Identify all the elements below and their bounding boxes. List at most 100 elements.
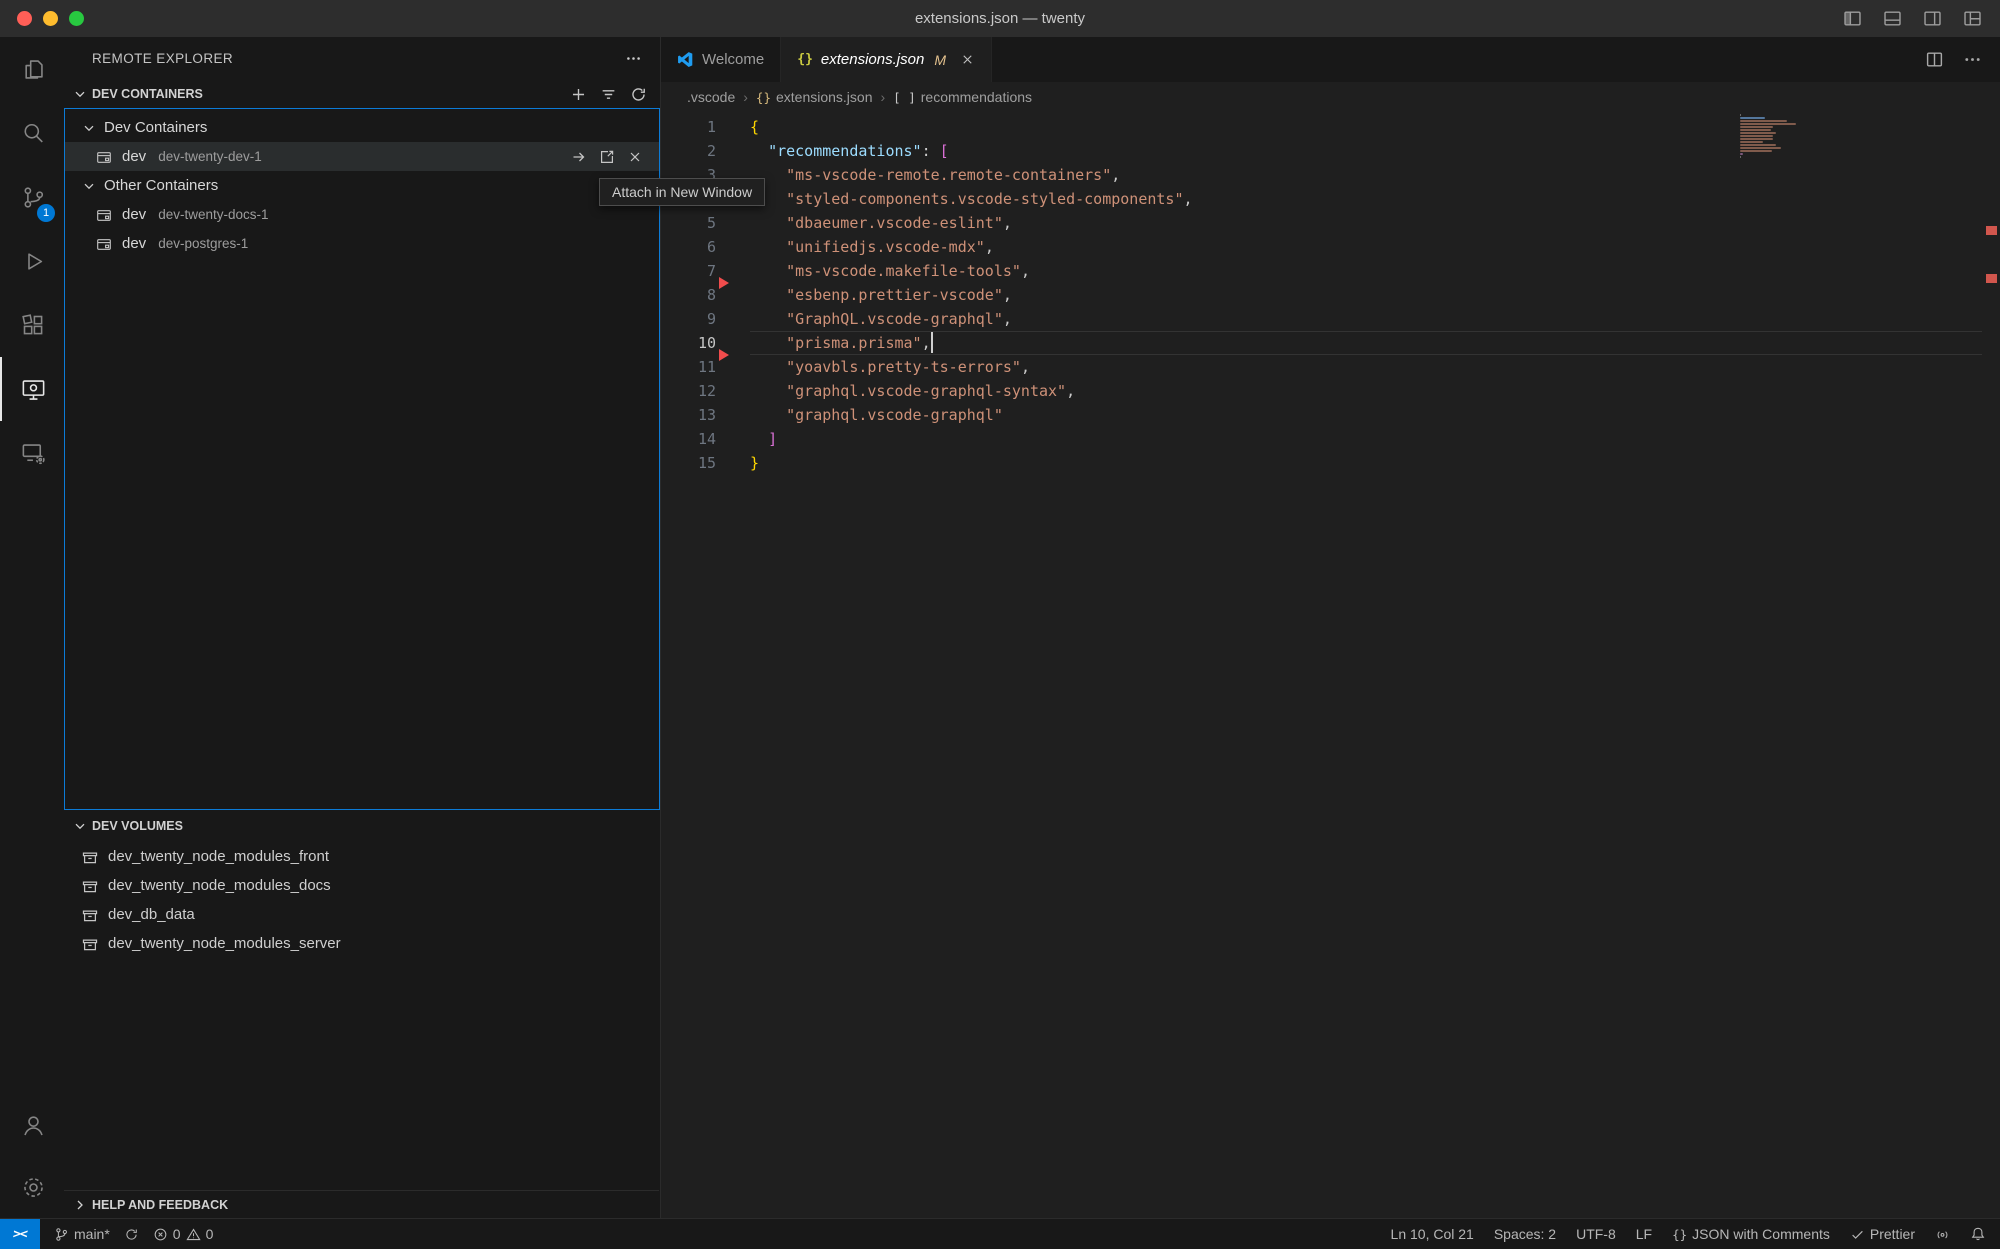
code-line-8[interactable]: 8 "esbenp.prettier-vscode",: [661, 283, 2000, 307]
container-item-dev-twenty-dev-1[interactable]: devdev-twenty-dev-1: [65, 142, 659, 171]
attach-in-new-window-icon[interactable]: [599, 149, 615, 165]
customize-layout-icon[interactable]: [1963, 9, 1982, 28]
minimize-window-button[interactable]: [43, 11, 58, 26]
indentation-status[interactable]: Spaces: 2: [1494, 1226, 1556, 1242]
minimap-line: [1740, 156, 1741, 158]
tree-group-label: Dev Containers: [104, 119, 207, 136]
breadcrumb-label: extensions.json: [776, 89, 873, 105]
cursor-position-status[interactable]: Ln 10, Col 21: [1391, 1226, 1474, 1242]
remote-explorer-sidebar: REMOTE EXPLORER DEV CONTAINERS: [64, 37, 661, 1218]
code-text: "ms-vscode-remote.remote-containers",: [750, 163, 1120, 187]
breadcrumb-label: recommendations: [921, 89, 1032, 105]
sidebar-panel-header: REMOTE EXPLORER: [64, 37, 660, 80]
code-line-4[interactable]: 4 "styled-components.vscode-styled-compo…: [661, 187, 2000, 211]
code-line-13[interactable]: 13 "graphql.vscode-graphql": [661, 403, 2000, 427]
notifications-button[interactable]: [1970, 1226, 1986, 1242]
debug-icon: [20, 248, 47, 275]
volume-item-dev-twenty-node-modules-server[interactable]: dev_twenty_node_modules_server: [64, 929, 659, 958]
accounts-button[interactable]: [0, 1094, 64, 1156]
containers-icon: [20, 440, 47, 467]
open-changes-icon[interactable]: [1887, 50, 1906, 69]
tree-group-dev-containers[interactable]: Dev Containers: [65, 113, 659, 142]
container-item-dev-postgres-1[interactable]: devdev-postgres-1: [65, 229, 659, 258]
code-line-14[interactable]: 14 ]: [661, 427, 2000, 451]
breadcrumb-recommendations[interactable]: [ ] recommendations: [893, 89, 1032, 105]
tree-group-other-containers[interactable]: Other Containers: [65, 171, 659, 200]
sidebar-item-search[interactable]: [0, 101, 64, 165]
close-tab-icon[interactable]: [960, 52, 975, 67]
problems-status[interactable]: 0 0: [153, 1226, 214, 1242]
sidebar-item-explorer[interactable]: [0, 37, 64, 101]
dev-containers-tree: Dev Containers devdev-twenty-dev-1Other C…: [64, 108, 660, 810]
settings-button[interactable]: [0, 1156, 64, 1218]
broadcast-status[interactable]: [1935, 1227, 1950, 1242]
volume-item-dev-twenty-node-modules-front[interactable]: dev_twenty_node_modules_front: [64, 842, 659, 871]
code-text: "prisma.prisma",: [750, 331, 931, 355]
traffic-lights: [0, 11, 84, 26]
filter-icon[interactable]: [600, 86, 617, 103]
minimap-line: [1740, 132, 1776, 134]
sidebar-item-remote-explorer[interactable]: [0, 357, 64, 421]
volume-item-dev-db-data[interactable]: dev_db_data: [64, 900, 659, 929]
encoding-status[interactable]: UTF-8: [1576, 1226, 1616, 1242]
code-line-3[interactable]: 3 "ms-vscode-remote.remote-containers",: [661, 163, 2000, 187]
toggle-primary-sidebar-icon[interactable]: [1843, 9, 1862, 28]
code-text: "unifiedjs.vscode-mdx",: [750, 235, 994, 259]
git-branch-status[interactable]: main*: [54, 1226, 110, 1242]
volume-name: dev_db_data: [108, 906, 195, 923]
sync-status[interactable]: [124, 1227, 139, 1242]
attach-in-current-window-icon[interactable]: [571, 149, 587, 165]
container-item-dev-twenty-docs-1[interactable]: devdev-twenty-docs-1: [65, 200, 659, 229]
split-editor-icon[interactable]: [1925, 50, 1944, 69]
toggle-panel-icon[interactable]: [1883, 9, 1902, 28]
language-mode-status[interactable]: {} JSON with Comments: [1672, 1226, 1830, 1242]
section-header-dev-containers[interactable]: DEV CONTAINERS: [64, 80, 659, 108]
formatter-status[interactable]: Prettier: [1850, 1226, 1915, 1242]
minimap[interactable]: [1740, 114, 1810, 159]
section-header-help-and-feedback[interactable]: HELP AND FEEDBACK: [64, 1190, 659, 1218]
code-line-15[interactable]: 15}: [661, 451, 2000, 475]
code-line-7[interactable]: 7 "ms-vscode.makefile-tools",: [661, 259, 2000, 283]
section-header-dev-volumes[interactable]: DEV VOLUMES: [64, 812, 659, 840]
code-text: "dbaeumer.vscode-eslint",: [750, 211, 1012, 235]
sidebar-item-run-debug[interactable]: [0, 229, 64, 293]
minimap-line: [1740, 120, 1787, 122]
code-line-6[interactable]: 6 "unifiedjs.vscode-mdx",: [661, 235, 2000, 259]
code-text: "esbenp.prettier-vscode",: [750, 283, 1012, 307]
close-window-button[interactable]: [17, 11, 32, 26]
tab-welcome[interactable]: Welcome: [661, 37, 781, 82]
section-label: DEV CONTAINERS: [92, 87, 203, 101]
refresh-icon[interactable]: [630, 86, 647, 103]
tab-extensions-json[interactable]: {} extensions.json M: [781, 37, 992, 82]
more-actions-icon[interactable]: [1963, 50, 1982, 69]
code-line-5[interactable]: 5 "dbaeumer.vscode-eslint",: [661, 211, 2000, 235]
line-number: 9: [661, 307, 750, 331]
code-line-9[interactable]: 9 "GraphQL.vscode-graphql",: [661, 307, 2000, 331]
ellipsis-icon[interactable]: [625, 50, 642, 67]
code-line-11[interactable]: 11 "yoavbls.pretty-ts-errors",: [661, 355, 2000, 379]
volume-name: dev_twenty_node_modules_front: [108, 848, 329, 865]
sidebar-item-extensions[interactable]: [0, 293, 64, 357]
symbol-object-icon: {}: [756, 90, 771, 105]
sidebar-item-containers[interactable]: [0, 421, 64, 485]
language-mode-label: JSON with Comments: [1692, 1226, 1830, 1242]
zoom-window-button[interactable]: [69, 11, 84, 26]
container-icon: [95, 206, 113, 224]
close-icon[interactable]: [627, 149, 643, 165]
breadcrumb-vscode[interactable]: .vscode: [687, 89, 735, 105]
section-actions: [570, 86, 659, 103]
toggle-secondary-sidebar-icon[interactable]: [1923, 9, 1942, 28]
add-icon[interactable]: [570, 86, 587, 103]
code-line-12[interactable]: 12 "graphql.vscode-graphql-syntax",: [661, 379, 2000, 403]
dev-volumes-list: dev_twenty_node_modules_front dev_twenty_…: [64, 842, 659, 958]
minimap-line: [1740, 129, 1771, 131]
volume-item-dev-twenty-node-modules-docs[interactable]: dev_twenty_node_modules_docs: [64, 871, 659, 900]
eol-status[interactable]: LF: [1636, 1226, 1652, 1242]
tooltip-attach-in-new-window: Attach in New Window: [599, 178, 765, 206]
code-editor[interactable]: 1{2 "recommendations": [3 "ms-vscode-rem…: [661, 112, 2000, 1218]
sidebar-item-source-control[interactable]: 1: [0, 165, 64, 229]
code-line-10[interactable]: 10 "prisma.prisma",: [661, 331, 2000, 355]
breadcrumb-extensions-json[interactable]: {} extensions.json: [756, 89, 873, 105]
remote-indicator[interactable]: ><: [0, 1219, 40, 1249]
line-number: 15: [661, 451, 750, 475]
